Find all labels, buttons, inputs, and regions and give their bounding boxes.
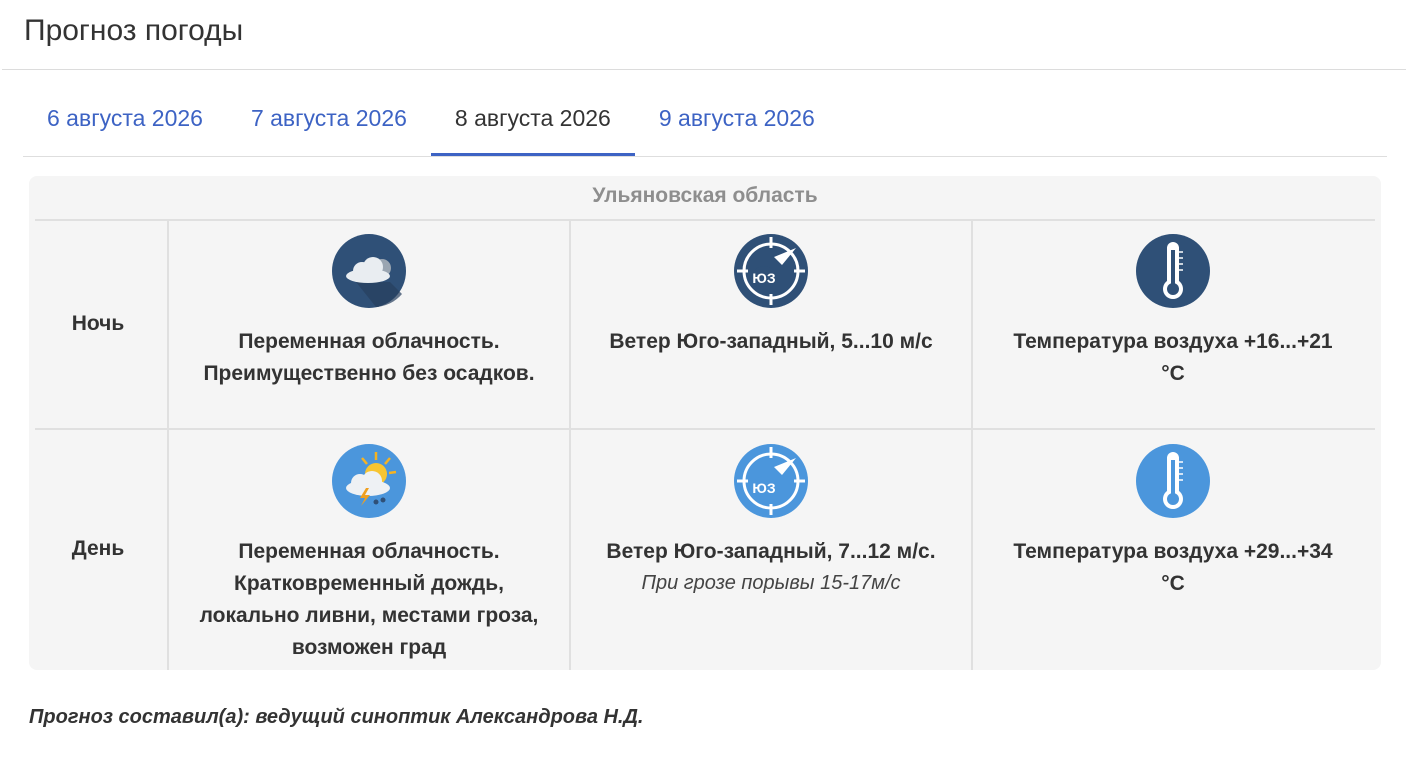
table-divider — [35, 219, 1375, 221]
day-weather-text: Переменная облачность. Кратковременный д… — [199, 540, 539, 659]
thermometer-icon — [1136, 444, 1210, 518]
wind-direction-icon: ЮЗ — [734, 444, 808, 518]
wind-direction-label: ЮЗ — [752, 270, 775, 286]
day-wind-cell: ЮЗ Ветер Юго-западный, 7...12 м/с. При г… — [571, 444, 971, 598]
night-wind-text: Ветер Юго-западный, 5...10 м/с — [609, 330, 933, 353]
day-wind-gust-note: При грозе порывы 15-17м/с — [641, 572, 901, 594]
title-divider — [2, 69, 1406, 70]
tab-6-august[interactable]: 6 августа 2026 — [23, 92, 227, 156]
tab-8-august[interactable]: 8 августа 2026 — [430, 92, 635, 156]
day-temperature-text: Температура воздуха +29...+34 °С — [1013, 540, 1333, 595]
page-title: Прогноз погоды — [24, 14, 244, 47]
night-temperature-text: Температура воздуха +16...+21 °С — [1013, 330, 1333, 385]
tab-9-august[interactable]: 9 августа 2026 — [635, 92, 839, 156]
row-label-night: Ночь — [71, 312, 125, 335]
wind-direction-icon: ЮЗ — [734, 234, 808, 308]
day-wind-text: Ветер Юго-западный, 7...12 м/с. — [606, 540, 936, 563]
date-tabs: 6 августа 2026 7 августа 2026 8 августа … — [23, 92, 1387, 157]
night-weather-text: Переменная облачность. Преимущественно б… — [203, 330, 535, 385]
wind-direction-label: ЮЗ — [752, 480, 775, 496]
tab-7-august[interactable]: 7 августа 2026 — [227, 92, 431, 156]
sun-cloud-thunder-rain-icon — [332, 444, 406, 518]
day-weather-cell: Переменная облачность. Кратковременный д… — [169, 444, 569, 664]
forecast-author: Прогноз составил(а): ведущий синоптик Ал… — [29, 706, 644, 728]
forecast-table: Ульяновская область Ночь Переменная обла… — [29, 176, 1381, 670]
region-title: Ульяновская область — [592, 184, 818, 207]
thermometer-icon — [1136, 234, 1210, 308]
day-temperature-cell: Температура воздуха +29...+34 °С — [973, 444, 1373, 600]
night-wind-cell: ЮЗ Ветер Юго-западный, 5...10 м/с — [571, 234, 971, 358]
row-label-day: День — [71, 537, 125, 560]
table-divider — [35, 428, 1375, 430]
night-temperature-cell: Температура воздуха +16...+21 °С — [973, 234, 1373, 390]
night-weather-cell: Переменная облачность. Преимущественно б… — [169, 234, 569, 390]
cloud-icon — [332, 234, 406, 308]
